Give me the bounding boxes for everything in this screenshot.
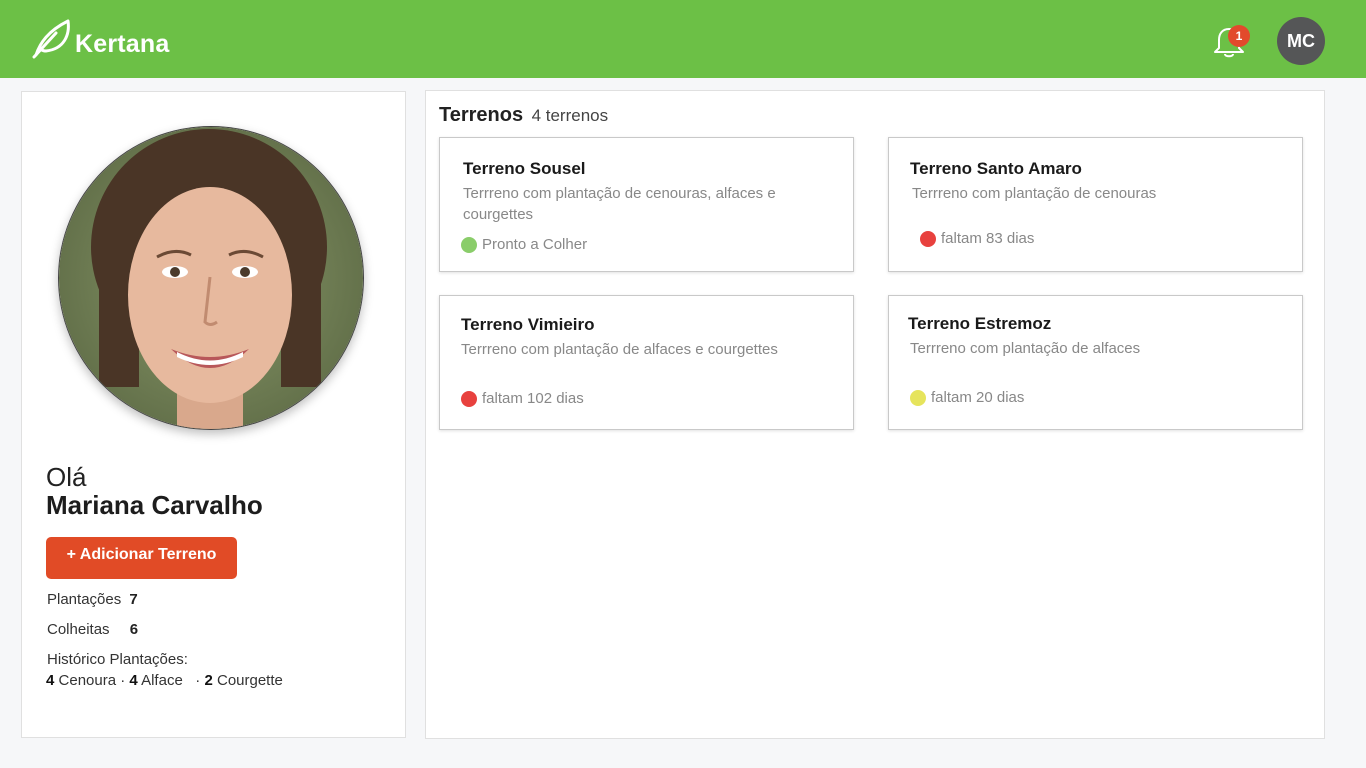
app-logo[interactable]: Kertana bbox=[30, 17, 170, 64]
terreno-card[interactable]: Terreno Vimieiro Terrreno com plantação … bbox=[439, 295, 854, 430]
top-bar: Kertana 1 MC bbox=[0, 0, 1366, 78]
terreno-description: Terrreno com plantação de cenouras bbox=[912, 185, 1157, 202]
terrenos-heading: Terrenos 4 terrenos bbox=[439, 104, 608, 127]
status-dot bbox=[461, 236, 477, 253]
terrenos-panel: Terrenos 4 terrenos Terreno Sousel Terrr… bbox=[425, 90, 1325, 739]
status-dot bbox=[461, 390, 477, 407]
notification-badge: 1 bbox=[1228, 25, 1250, 47]
status-text: Pronto a Colher bbox=[482, 236, 588, 253]
history-crop: Cenoura bbox=[58, 672, 117, 689]
stat-value: 6 bbox=[129, 621, 139, 638]
history-count: 4 bbox=[129, 672, 138, 689]
stat-colheitas: Colheitas 6 bbox=[47, 621, 138, 638]
profile-panel: Olá Mariana Carvalho + Adicionar Terreno… bbox=[21, 91, 406, 738]
history-count: 4 bbox=[46, 672, 55, 689]
terreno-status: faltam 102 dias bbox=[461, 390, 584, 407]
terreno-description: Terrreno com plantação de alfaces e cour… bbox=[461, 341, 778, 358]
terreno-card[interactable]: Terreno Estremoz Terrreno com plantação … bbox=[888, 295, 1303, 430]
terreno-status: faltam 20 dias bbox=[910, 389, 1024, 406]
history-count: 2 bbox=[204, 672, 213, 689]
add-terreno-button[interactable]: + Adicionar Terreno bbox=[46, 537, 237, 579]
terreno-status: faltam 83 dias bbox=[920, 230, 1034, 247]
stat-value: 7 bbox=[129, 591, 138, 608]
terreno-card[interactable]: Terreno Santo Amaro Terrreno com plantaç… bbox=[888, 137, 1303, 272]
stat-plantacoes: Plantações 7 bbox=[47, 591, 138, 608]
leaf-icon bbox=[30, 17, 72, 64]
bell-icon bbox=[1212, 28, 1246, 64]
terreno-title: Terreno Estremoz bbox=[908, 314, 1052, 333]
greeting-text: Olá bbox=[46, 462, 87, 492]
user-name: Mariana Carvalho bbox=[46, 490, 263, 520]
status-dot bbox=[920, 230, 936, 247]
profile-photo bbox=[58, 126, 364, 430]
status-text: faltam 83 dias bbox=[941, 230, 1035, 247]
stat-label: Colheitas bbox=[47, 621, 110, 638]
terreno-status: Pronto a Colher bbox=[461, 236, 587, 253]
terrenos-title: Terrenos bbox=[439, 104, 524, 126]
history-crop: Alface bbox=[141, 672, 183, 689]
terreno-description: Terrreno com plantação de alfaces bbox=[910, 340, 1141, 357]
terreno-card[interactable]: Terreno Sousel Terrreno com plantação de… bbox=[439, 137, 854, 272]
terreno-title: Terreno Sousel bbox=[463, 159, 586, 178]
status-dot bbox=[910, 389, 926, 406]
status-text: faltam 20 dias bbox=[931, 389, 1025, 406]
user-avatar[interactable]: MC bbox=[1277, 17, 1325, 65]
history-title: Histórico Plantações: bbox=[47, 651, 188, 668]
status-text: faltam 102 dias bbox=[482, 390, 584, 407]
history-list: 4 Cenoura · 4 Alface · 2 Courgette bbox=[46, 672, 283, 689]
history-crop: Courgette bbox=[216, 672, 283, 689]
app-name: Kertana bbox=[75, 30, 170, 58]
terrenos-count: 4 terrenos bbox=[531, 106, 609, 125]
terreno-title: Terreno Vimieiro bbox=[461, 315, 595, 334]
terreno-title: Terreno Santo Amaro bbox=[910, 159, 1082, 178]
terreno-description: Terrreno com plantação de cenouras, alfa… bbox=[463, 185, 776, 223]
stat-label: Plantações bbox=[47, 591, 122, 608]
